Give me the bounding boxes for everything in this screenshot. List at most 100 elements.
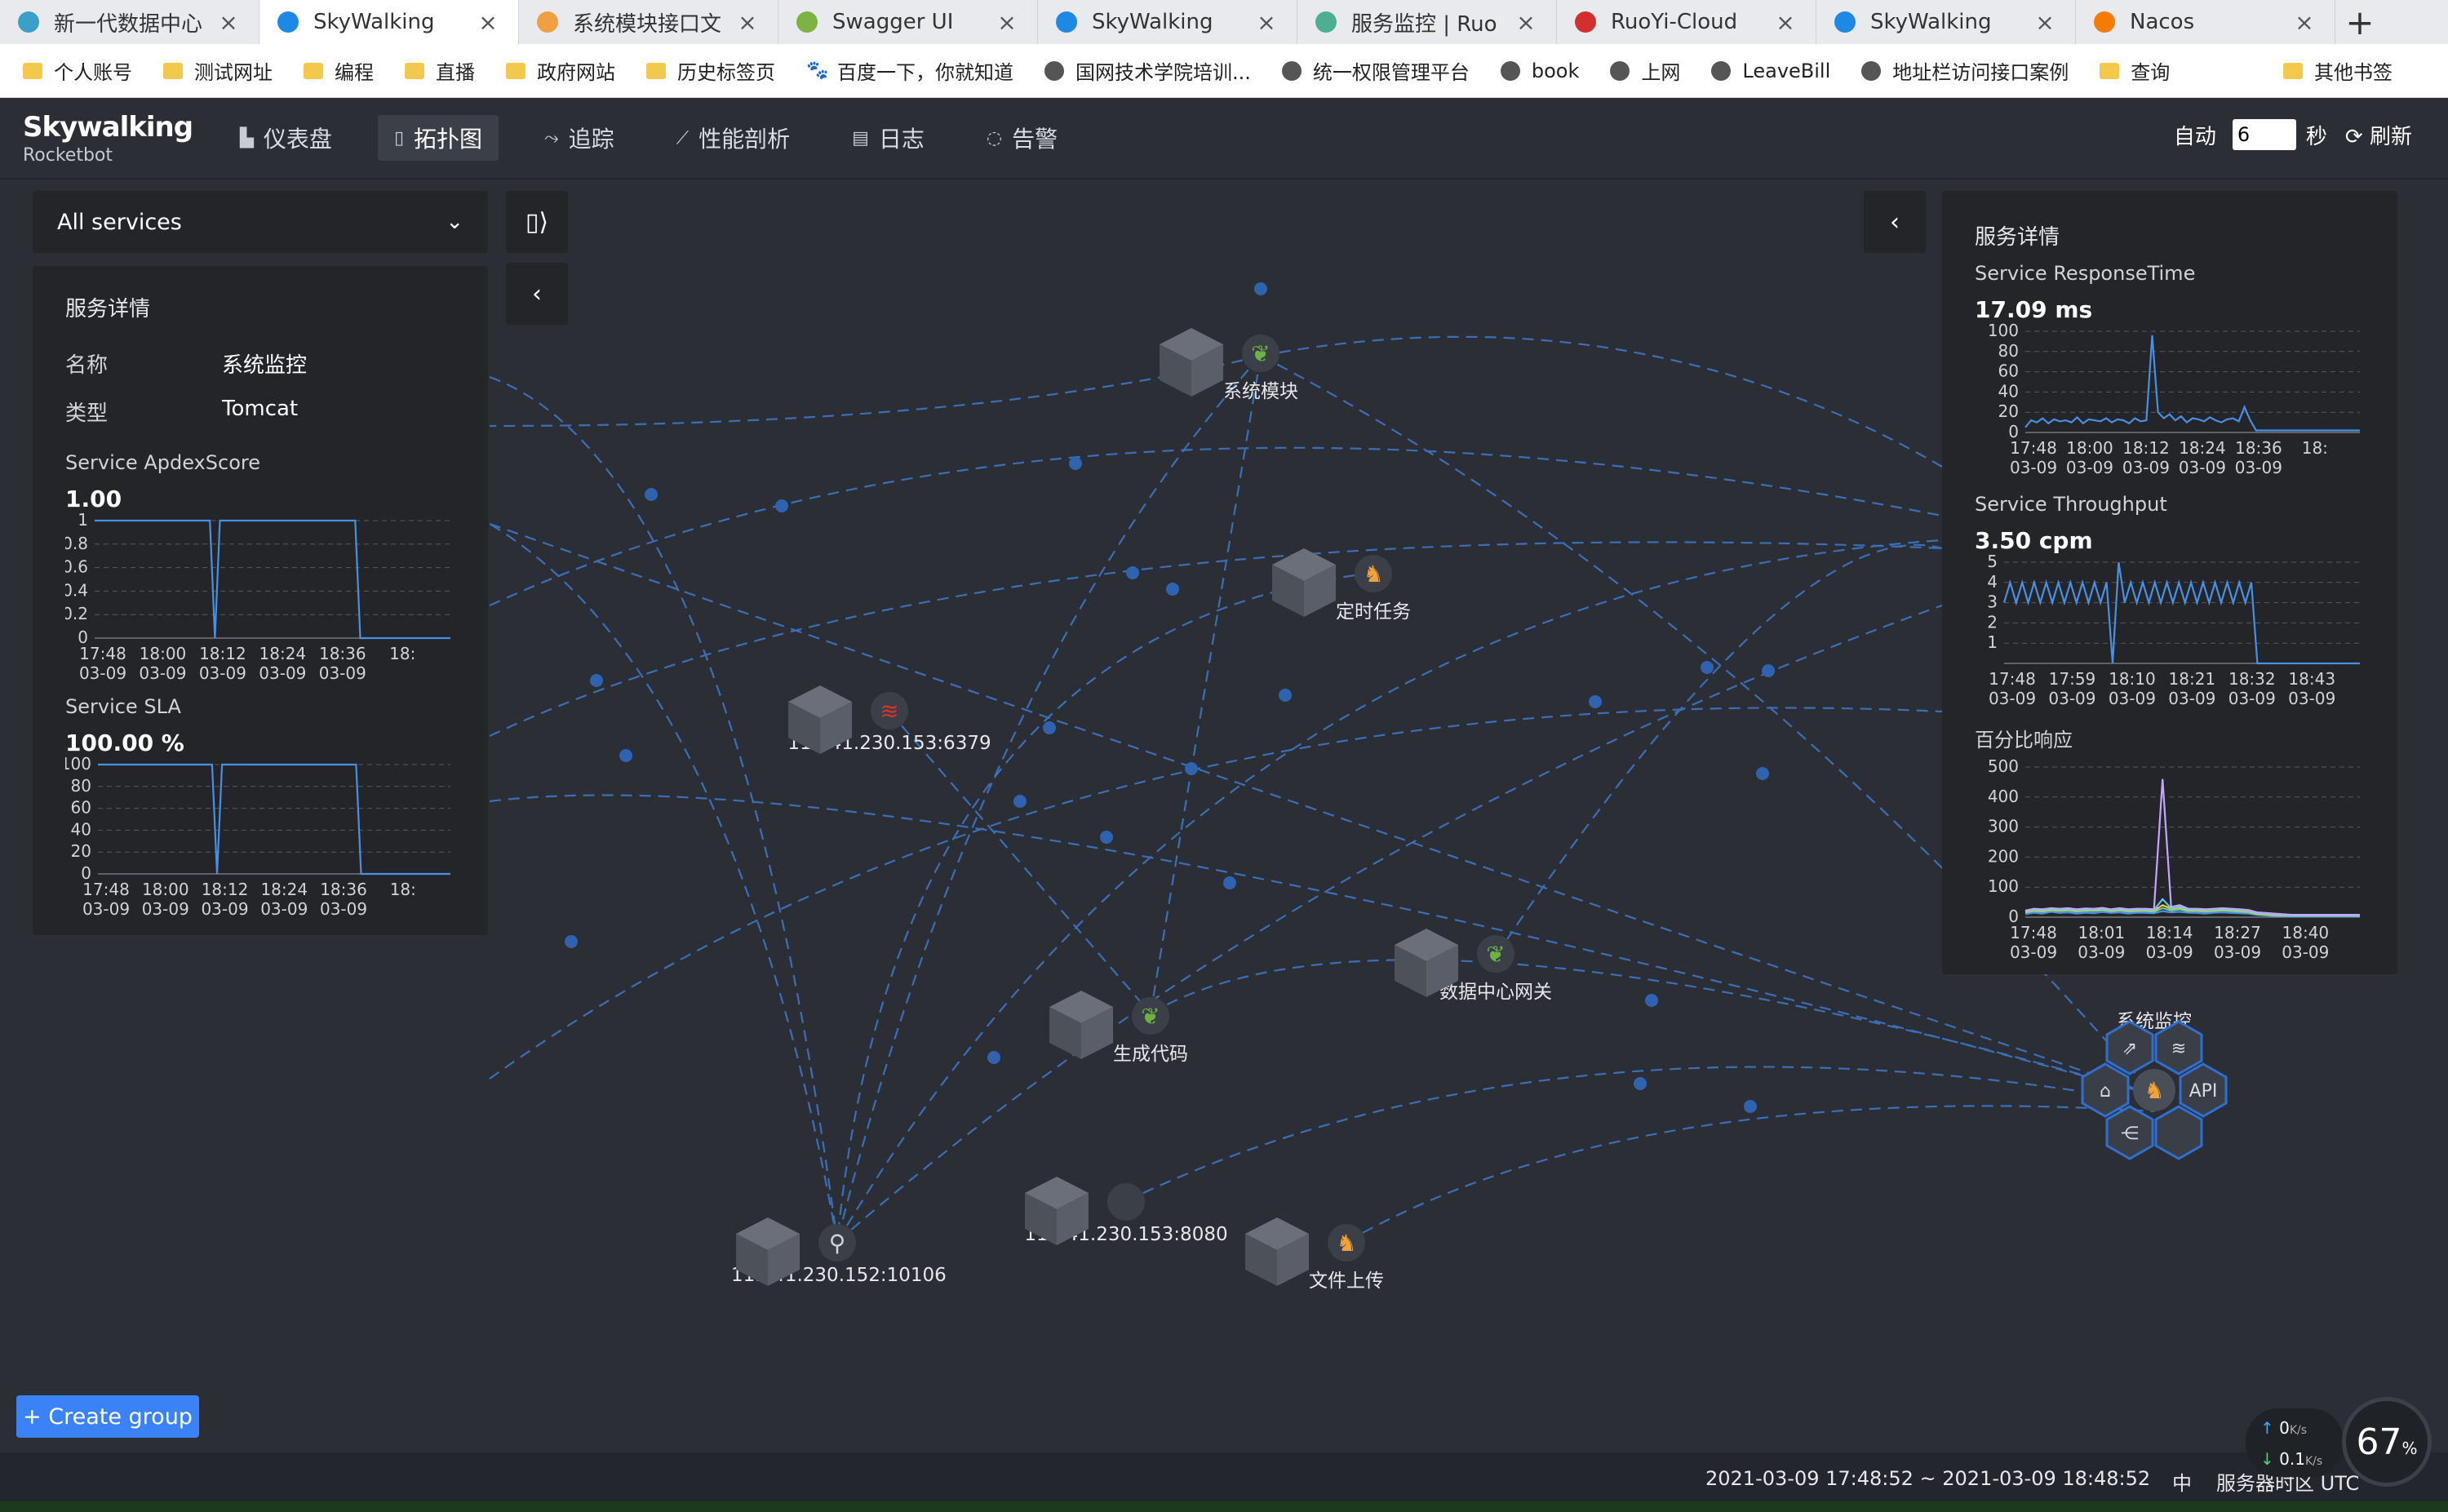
topology-node-selected[interactable]: ⇗ ≋ ⌂ API ⋲ ♞ 系统监控 [2048, 1005, 2260, 1160]
collapse-right-button[interactable]: ‹ [1864, 191, 1926, 253]
close-icon[interactable]: × [735, 9, 760, 36]
nav-label: 追踪 [568, 126, 614, 153]
x-tick-label: 03-09 [82, 899, 130, 919]
close-icon[interactable]: × [1254, 9, 1279, 36]
refresh-button[interactable]: ⟳ 刷新 [2345, 120, 2412, 150]
edge-dot [590, 674, 603, 687]
tab-favicon-icon [1575, 11, 1596, 33]
topology-node[interactable]: ≋ 11.141.230.153:6379 [783, 685, 996, 754]
y-tick-label: 300 [1988, 817, 2019, 836]
logo-subtitle: Rocketbot [23, 144, 113, 166]
close-icon[interactable]: × [476, 9, 500, 36]
topology-node[interactable]: ❦ 生成代码 [1044, 991, 1257, 1066]
browser-tab[interactable]: SkyWalking × [1038, 0, 1297, 44]
topology-layout-button[interactable]: ▯⟩ [506, 191, 568, 253]
logo-title: Skywalking [23, 110, 193, 144]
globe-icon [1711, 60, 1732, 81]
browser-tab[interactable]: Swagger UI × [778, 0, 1038, 44]
service-select[interactable]: All services ⌄ [33, 191, 488, 253]
close-icon[interactable]: × [1514, 9, 1538, 36]
browser-tab[interactable]: RuoYi-Cloud × [1557, 0, 1816, 44]
tomcat-icon: ♞ [1328, 1224, 1365, 1261]
sla-chart: 02040608010017:4803-0918:0003-0918:1203-… [60, 754, 450, 919]
topology-edge [489, 354, 1262, 428]
browser-tab[interactable]: 新一代数据中心 × [0, 0, 259, 44]
bookmark-item[interactable]: book [1500, 60, 1579, 82]
bookmark-item[interactable]: 编程 [304, 56, 374, 85]
new-tab-button[interactable]: + [2335, 0, 2384, 44]
nav-topology[interactable]: ▯ 拓扑图 [377, 115, 499, 161]
auto-label[interactable]: 自动 [2174, 120, 2216, 150]
browser-tab[interactable]: 服务监控 | Ruo × [1297, 0, 1557, 44]
nav-log[interactable]: ▤ 日志 [836, 115, 941, 161]
close-icon[interactable]: × [2033, 9, 2057, 36]
bookmark-item[interactable]: 🐾 百度一下，你就知道 [806, 56, 1013, 85]
y-tick-label: 5 [1987, 554, 1998, 571]
time-range[interactable]: 2021-03-09 17:48:52 ~ 2021-03-09 18:48:5… [1705, 1467, 2150, 1490]
topology-node[interactable]: ♞ 定时任务 [1267, 548, 1479, 623]
topology-node[interactable]: ❦ 系统模块 [1155, 328, 1367, 403]
language-toggle[interactable]: 中 [2172, 1467, 2192, 1496]
svg-text:⌂: ⌂ [2100, 1081, 2111, 1102]
create-group-button[interactable]: + Create group [16, 1395, 199, 1438]
interval-input[interactable] [2232, 119, 2296, 150]
x-tick-label: 03-09 [201, 899, 248, 919]
tree-icon[interactable]: ⋲ [2105, 1105, 2154, 1160]
bookmark-item[interactable]: 个人账号 [23, 56, 132, 85]
hex-empty[interactable] [2154, 1105, 2203, 1160]
y-tick-label: 1 [78, 512, 88, 530]
layers-icon[interactable]: ≋ [2154, 1020, 2203, 1075]
browser-tab[interactable]: 系统模块接口文 × [519, 0, 778, 44]
bookmark-item[interactable]: 历史标签页 [646, 56, 775, 85]
topology-node[interactable]: ♞ 文件上传 [1240, 1217, 1452, 1293]
close-icon[interactable]: × [2292, 9, 2317, 36]
bookmark-item[interactable]: 上网 [1610, 56, 1680, 85]
alarm-icon[interactable]: ⌂ [2081, 1062, 2130, 1118]
topology-node[interactable]: ❦ 数据中心网关 [1390, 929, 1602, 1004]
browser-tab[interactable]: SkyWalking × [259, 0, 519, 44]
api-button[interactable]: API [2179, 1062, 2228, 1118]
y-tick-label: 80 [1998, 341, 2019, 361]
bookmark-other-label: 其他书签 [2314, 61, 2393, 84]
bookmark-item[interactable]: 国网技术学院培训... [1044, 56, 1251, 85]
bookmark-item[interactable]: LeaveBill [1711, 60, 1830, 82]
nav-dashboard[interactable]: ▙ 仪表盘 [224, 115, 348, 161]
nav-alarm[interactable]: ◌ 告警 [970, 115, 1074, 161]
tab-label: 服务监控 | Ruo [1351, 11, 1497, 37]
nav-label: 拓扑图 [414, 126, 483, 153]
tab-label: 新一代数据中心 [54, 11, 203, 37]
nav-trace[interactable]: ⤳ 追踪 [528, 115, 631, 161]
tab-label: SkyWalking [1870, 10, 1992, 34]
dashboard-icon: ▙ [240, 127, 254, 149]
x-tick-label: 17:59 [2049, 669, 2096, 689]
topology-edge [836, 604, 1943, 1243]
bookmark-item[interactable]: 查询 [2100, 56, 2170, 85]
nav-label: 性能剖析 [698, 126, 791, 153]
svg-text:♞: ♞ [2144, 1077, 2164, 1104]
topology-node[interactable]: ⚲ 11.141.230.152:10106 [731, 1217, 947, 1286]
browser-tab[interactable]: SkyWalking × [1816, 0, 2076, 44]
nav-label: 告警 [1012, 126, 1058, 153]
bookmark-item[interactable]: 地址栏访问接口案例 [1861, 56, 2069, 85]
nav-profile[interactable]: ⟋ 性能剖析 [660, 115, 806, 161]
close-icon[interactable]: × [995, 9, 1019, 36]
browser-tab[interactable]: Nacos × [2076, 0, 2335, 44]
logo[interactable]: Skywalking Rocketbot [0, 111, 204, 166]
bookmark-item[interactable]: 直播 [405, 56, 475, 85]
bookmark-item[interactable]: 测试网址 [163, 56, 273, 85]
bookmark-item[interactable]: 统一权限管理平台 [1281, 56, 1470, 85]
close-icon[interactable]: × [216, 9, 241, 36]
svg-text:API: API [2189, 1081, 2218, 1102]
edge-dot [1744, 1100, 1757, 1113]
x-tick-label: 17:48 [1989, 669, 2036, 689]
bookmark-item[interactable]: 政府网站 [506, 56, 615, 85]
x-tick-label: 18: [2302, 438, 2328, 458]
folder-icon [23, 62, 42, 79]
edge-dot [1223, 876, 1236, 889]
share-icon[interactable]: ⇗ [2105, 1020, 2154, 1075]
collapse-left-button[interactable]: ‹ [506, 263, 568, 325]
topology-edge [836, 539, 1943, 1243]
close-icon[interactable]: × [1773, 9, 1798, 36]
topology-node[interactable]: 11.141.230.153:8080 [1020, 1177, 1232, 1245]
bookmark-other[interactable]: 其他书签 [2283, 56, 2393, 85]
